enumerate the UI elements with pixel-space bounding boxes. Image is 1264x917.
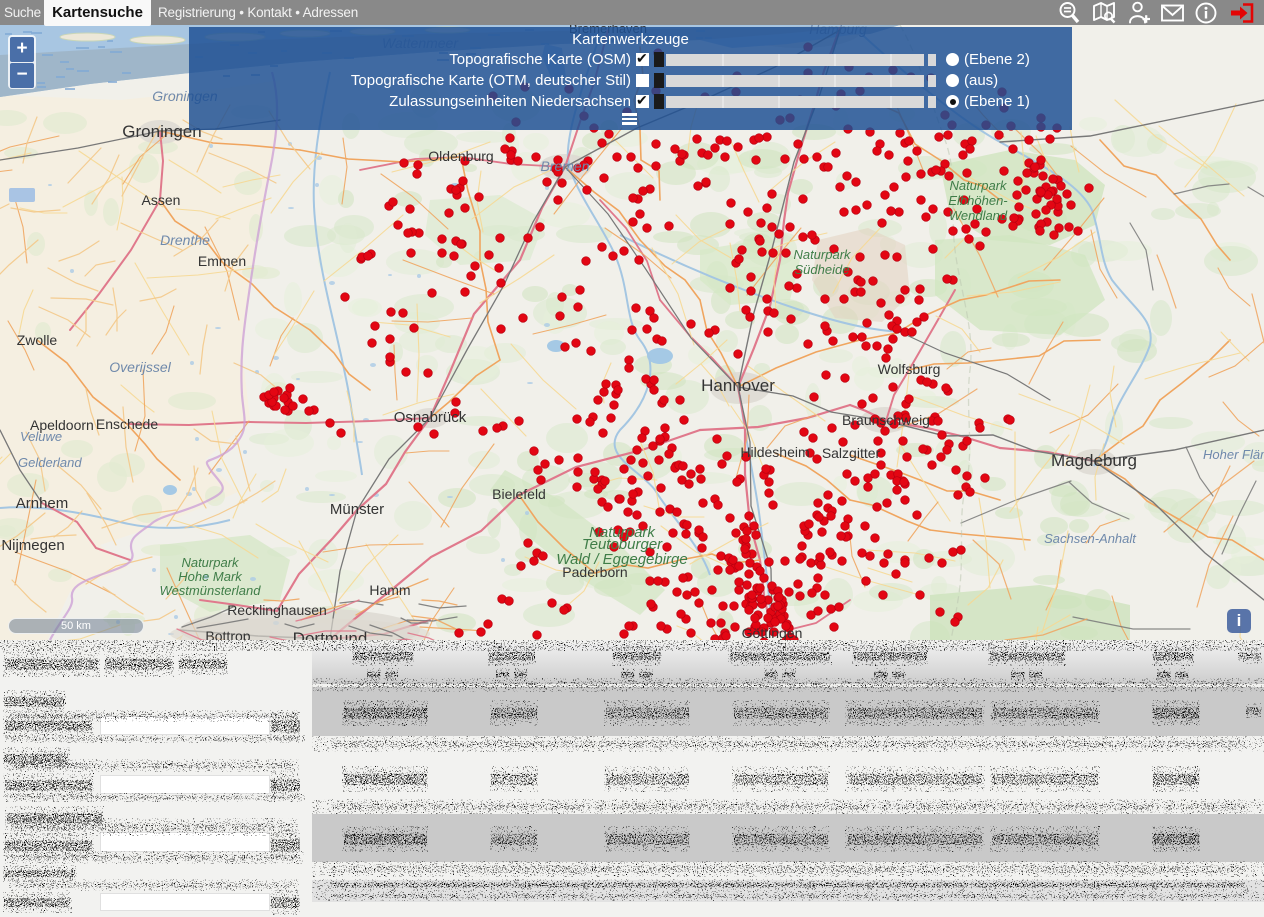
svg-text:Apeldoorn: Apeldoorn: [30, 417, 94, 433]
svg-text:Overijssel: Overijssel: [109, 359, 171, 375]
svg-text:Naturpark: Naturpark: [181, 555, 240, 570]
svg-text:Wendland: Wendland: [949, 208, 1008, 223]
svg-text:Münster: Münster: [330, 501, 384, 518]
svg-text:Osnabrück: Osnabrück: [394, 409, 467, 426]
svg-text:Sachsen-Anhalt: Sachsen-Anhalt: [1044, 531, 1137, 546]
svg-text:Südheide: Südheide: [795, 262, 850, 277]
svg-text:Bremen: Bremen: [540, 158, 589, 174]
svg-text:Naturpark: Naturpark: [793, 247, 852, 262]
svg-text:Hohe Mark: Hohe Mark: [178, 569, 243, 584]
svg-text:Emmen: Emmen: [198, 253, 246, 269]
svg-text:Enschede: Enschede: [96, 416, 158, 432]
svg-text:Braunschweig: Braunschweig: [842, 412, 930, 428]
svg-text:Wolfsburg: Wolfsburg: [878, 361, 941, 377]
svg-text:Hoher Fläm: Hoher Fläm: [1203, 447, 1264, 462]
svg-text:Bielefeld: Bielefeld: [492, 486, 546, 502]
svg-text:Nijmegen: Nijmegen: [1, 537, 64, 554]
svg-text:Hamm: Hamm: [369, 582, 410, 598]
svg-text:Hildesheim: Hildesheim: [740, 444, 809, 460]
svg-text:Arnhem: Arnhem: [16, 495, 69, 512]
svg-text:Drenthe: Drenthe: [160, 232, 210, 248]
svg-text:Oldenburg: Oldenburg: [428, 148, 493, 164]
svg-text:Gelderland: Gelderland: [18, 455, 82, 470]
svg-text:Naturpark: Naturpark: [949, 178, 1008, 193]
svg-text:Elbhöhen-: Elbhöhen-: [948, 193, 1008, 208]
svg-text:Zwolle: Zwolle: [17, 332, 58, 348]
svg-text:Salzgitter: Salzgitter: [822, 445, 881, 461]
svg-text:Göttingen: Göttingen: [742, 625, 803, 641]
svg-text:Westmünsterland: Westmünsterland: [160, 583, 262, 598]
svg-text:Assen: Assen: [142, 192, 181, 208]
svg-text:Recklinghausen: Recklinghausen: [227, 602, 327, 618]
svg-text:Hannover: Hannover: [701, 376, 775, 395]
svg-text:Wald / Eggegebirge: Wald / Eggegebirge: [556, 551, 687, 568]
svg-text:Magdeburg: Magdeburg: [1051, 451, 1137, 470]
